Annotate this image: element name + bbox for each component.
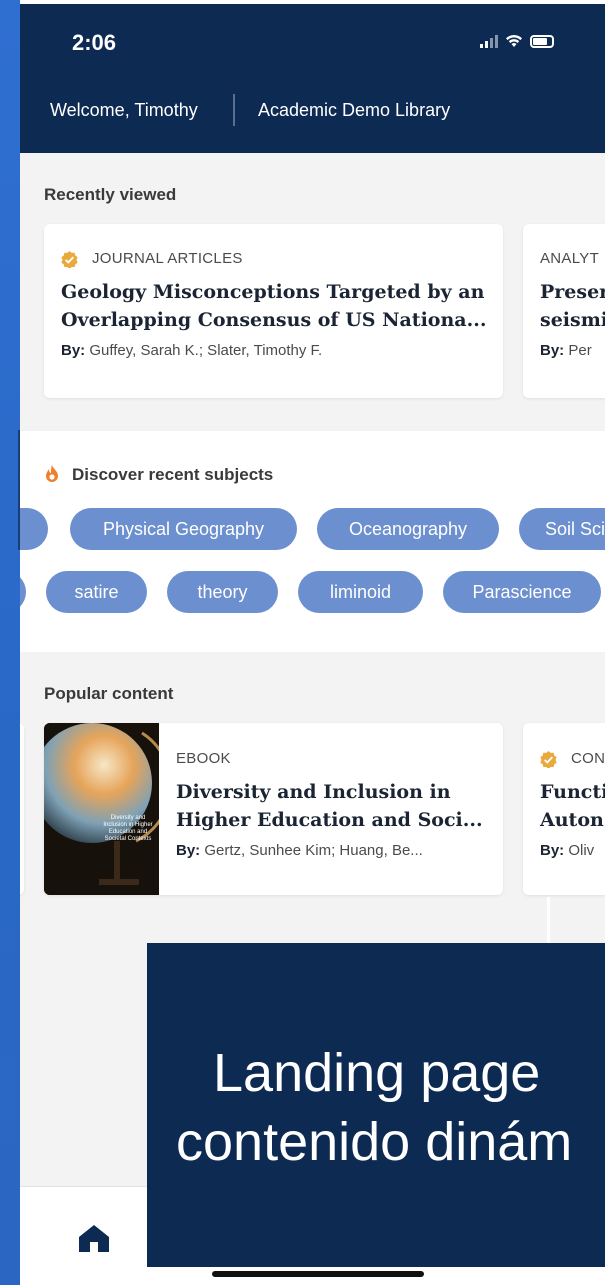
verified-badge-icon <box>61 251 78 268</box>
flame-icon <box>46 465 58 482</box>
card-title-line2: Auton <box>540 809 604 831</box>
signal-icon <box>480 34 498 48</box>
overlay-line-1: Landing page <box>213 1043 541 1103</box>
card-authors: By: Gertz, Sunhee Kim; Huang, Be... <box>176 842 423 859</box>
recently-viewed-title: Recently viewed <box>44 185 177 204</box>
subject-chip[interactable]: Parascience <box>443 571 601 613</box>
by-label: By: <box>540 842 565 859</box>
subject-chip[interactable]: theory <box>167 571 278 613</box>
card-title-line2: seismi <box>540 309 605 331</box>
popular-card-partial[interactable] <box>20 723 24 895</box>
recent-card-2[interactable]: ANALYT Preser seismi By: Per <box>523 224 605 398</box>
authors-text: Guffey, Sarah K.; Slater, Timothy F. <box>89 342 323 359</box>
globe-icon <box>44 723 159 895</box>
book-cover-image: Diversity and Inclusion in Higher Educat… <box>44 723 159 895</box>
content-type: EBOOK <box>176 750 231 767</box>
home-icon[interactable] <box>78 1224 110 1252</box>
by-label: By: <box>176 842 201 859</box>
by-label: By: <box>61 342 86 359</box>
verified-badge-icon <box>540 751 557 768</box>
screenshot-stage: 2:06 Welcome, Timothy Academic Demo Libr… <box>0 0 605 1285</box>
overlay-connector <box>547 897 550 943</box>
card-title-line2: Overlapping Consensus of US Nationa... <box>61 309 487 331</box>
card-authors: By: Per <box>540 342 592 359</box>
subject-chip[interactable]: Oceanography <box>317 508 499 550</box>
authors-text: Per <box>568 342 592 359</box>
popular-card-1[interactable]: Diversity and Inclusion in Higher Educat… <box>44 723 503 895</box>
discover-title: Discover recent subjects <box>72 465 274 484</box>
welcome-text: Welcome, Timothy <box>50 100 198 120</box>
home-indicator <box>212 1271 424 1277</box>
app-header: 2:06 Welcome, Timothy Academic Demo Libr… <box>20 4 605 153</box>
card-title-line1: Preser <box>540 281 605 303</box>
by-label: By: <box>540 342 565 359</box>
card-title-line1: Geology Misconceptions Targeted by an <box>61 281 485 303</box>
presentation-overlay: Landing page contenido dinám <box>147 943 605 1267</box>
popular-card-2[interactable]: CON Functi Auton By: Oliv <box>523 723 605 895</box>
book-cover-text: Diversity and Inclusion in Higher Educat… <box>103 815 153 842</box>
status-icons <box>480 34 554 48</box>
wifi-icon <box>506 35 522 47</box>
content-type: ANALYT <box>540 250 600 267</box>
card-title-line1: Diversity and Inclusion in <box>176 781 451 803</box>
library-link[interactable]: Academic Demo Library <box>258 100 450 121</box>
overlay-line-2: contenido dinám <box>176 1112 573 1172</box>
card-authors: By: Oliv <box>540 842 594 859</box>
content-type: JOURNAL ARTICLES <box>92 250 243 267</box>
authors-text: Gertz, Sunhee Kim; Huang, Be... <box>204 842 423 859</box>
popular-title: Popular content <box>44 684 174 703</box>
subject-chip[interactable]: satire <box>46 571 147 613</box>
subject-chip[interactable]: Soil Sci <box>519 508 605 550</box>
subject-chip[interactable]: liminoid <box>298 571 423 613</box>
card-authors: By: Guffey, Sarah K.; Slater, Timothy F. <box>61 342 322 359</box>
authors-text: Oliv <box>568 842 595 859</box>
battery-icon <box>530 34 554 48</box>
card-title-line1: Functi <box>540 781 605 803</box>
card-title-line2: Higher Education and Soci... <box>176 809 483 831</box>
status-time: 2:06 <box>72 30 117 55</box>
content-type: CON <box>571 750 605 767</box>
header-divider <box>233 94 235 126</box>
subject-chip[interactable]: Physical Geography <box>70 508 297 550</box>
background-strip <box>0 0 20 1285</box>
recent-card-1[interactable]: JOURNAL ARTICLES Geology Misconceptions … <box>44 224 503 398</box>
